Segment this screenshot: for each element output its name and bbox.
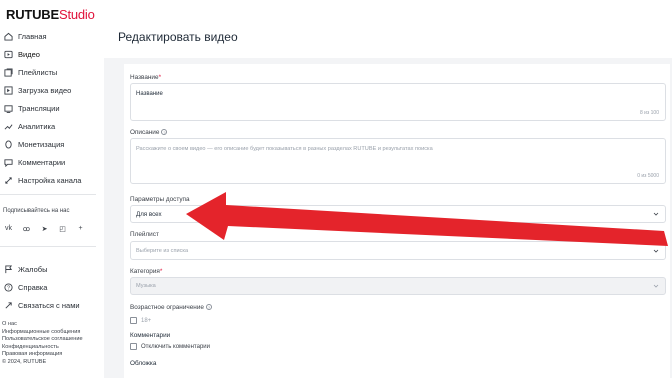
title-value: Название: [136, 91, 163, 97]
monetization-icon: [3, 139, 13, 149]
sidebar-item-label: Аналитика: [18, 121, 56, 131]
info-icon[interactable]: ?: [205, 304, 212, 311]
video-icon: [3, 49, 13, 59]
age-label-text: Возрастное ограничение: [130, 304, 204, 311]
playlist-label: Плейлист: [130, 231, 159, 238]
contact-icon: [3, 300, 13, 310]
info-icon[interactable]: ?: [161, 129, 168, 136]
sidebar-item-label: Справка: [18, 282, 48, 292]
chevron-down-icon: [653, 284, 659, 288]
title-counter: 8 из 100: [640, 110, 659, 116]
category-label: Категория*: [130, 268, 162, 275]
sidebar-item-label: Трансляции: [18, 103, 60, 113]
description-placeholder: Расскажите о своем видео — его описание …: [136, 146, 433, 152]
page-title: Редактировать видео: [118, 30, 238, 44]
access-select[interactable]: Для всех: [130, 205, 666, 223]
plus-icon[interactable]: +: [76, 224, 85, 233]
sidebar-divider: [0, 194, 96, 195]
sidebar: RUTUBEStudio Главная Видео Плейлисты Заг…: [0, 0, 104, 378]
disable-comments-checkbox[interactable]: [130, 343, 137, 350]
subscribe-label: Подписывайтесь на нас: [3, 208, 70, 214]
access-value: Для всех: [136, 211, 162, 218]
sidebar-item-playlists[interactable]: Плейлисты: [0, 63, 104, 81]
playlist-select[interactable]: Выберите из списка: [130, 241, 666, 260]
required-mark: *: [159, 268, 163, 275]
sidebar-item-upload[interactable]: Загрузка видео: [0, 81, 104, 99]
sidebar-divider: [0, 246, 96, 247]
description-textarea[interactable]: Расскажите о своем видео — его описание …: [130, 138, 666, 184]
sidebar-item-broadcasts[interactable]: Трансляции: [0, 99, 104, 117]
disable-comments-label: Отключить комментарии: [141, 344, 210, 350]
sidebar-item-home[interactable]: Главная: [0, 27, 104, 45]
required-mark: *: [158, 74, 162, 81]
sidebar-bottom-nav: Жалобы ? Справка Связаться с нами: [0, 260, 104, 314]
link-about[interactable]: О нас: [2, 321, 83, 329]
category-label-text: Категория: [130, 268, 160, 275]
logo-suffix: Studio: [58, 7, 95, 22]
telegram-icon[interactable]: ➤: [40, 224, 49, 233]
title-label-text: Название: [130, 74, 159, 81]
sidebar-item-monetization[interactable]: Монетизация: [0, 135, 104, 153]
age-checkbox[interactable]: [130, 317, 137, 324]
age-label: Возрастное ограничение?: [130, 304, 212, 311]
sidebar-item-label: Загрузка видео: [18, 85, 72, 95]
title-label: Название*: [130, 74, 161, 81]
sidebar-nav: Главная Видео Плейлисты Загрузка видео Т…: [0, 27, 104, 189]
rutube-studio-logo[interactable]: RUTUBEStudio: [6, 7, 95, 22]
copyright: © 2024, RUTUBE: [2, 358, 47, 365]
analytics-icon: [3, 121, 13, 131]
link-info-messages[interactable]: Информационные сообщения: [2, 329, 83, 337]
ok-icon[interactable]: ꝏ: [22, 224, 31, 233]
viber-icon[interactable]: ◰: [58, 224, 67, 233]
description-counter: 0 из 5000: [637, 173, 659, 179]
category-select[interactable]: Музыка: [130, 277, 666, 295]
sidebar-item-label: Видео: [18, 49, 40, 59]
sidebar-item-comments[interactable]: Комментарии: [0, 153, 104, 171]
sidebar-item-label: Плейлисты: [18, 67, 58, 77]
description-label: Описание?: [130, 129, 168, 136]
comments-label: Комментарии: [130, 332, 171, 339]
sidebar-item-analytics[interactable]: Аналитика: [0, 117, 104, 135]
category-value: Музыка: [136, 283, 156, 289]
main-content: Редактировать видео Название* Название 8…: [104, 0, 672, 378]
sidebar-item-video[interactable]: Видео: [0, 45, 104, 63]
sidebar-item-label: Настройка канала: [18, 175, 82, 185]
sidebar-item-label: Комментарии: [18, 157, 66, 167]
svg-text:?: ?: [7, 285, 10, 291]
footer-links: О нас Информационные сообщения Пользоват…: [2, 321, 83, 367]
title-input[interactable]: Название 8 из 100: [130, 83, 666, 121]
sidebar-item-label: Монетизация: [18, 139, 65, 149]
social-links: vk ꝏ ➤ ◰ +: [4, 224, 85, 233]
broadcast-icon: [3, 103, 13, 113]
chevron-down-icon: [653, 249, 659, 253]
description-label-text: Описание: [130, 129, 160, 136]
access-label: Параметры доступа: [130, 196, 190, 203]
sidebar-item-label: Связаться с нами: [18, 300, 80, 310]
help-icon: ?: [3, 282, 13, 292]
sidebar-item-channel-settings[interactable]: Настройка канала: [0, 171, 104, 189]
sidebar-item-contact[interactable]: Связаться с нами: [0, 296, 104, 314]
settings-icon: [3, 175, 13, 185]
playlist-icon: [3, 67, 13, 77]
age-checkbox-label: 18+: [141, 318, 152, 324]
link-privacy[interactable]: Конфиденциальность: [2, 344, 83, 352]
sidebar-item-complaints[interactable]: Жалобы: [0, 260, 104, 278]
flag-icon: [3, 264, 13, 274]
upload-icon: [3, 85, 13, 95]
cover-label: Обложка: [130, 360, 157, 367]
sidebar-item-help[interactable]: ? Справка: [0, 278, 104, 296]
home-icon: [3, 31, 13, 41]
link-user-agreement[interactable]: Пользовательское соглашение: [2, 336, 83, 344]
edit-video-form: Название* Название 8 из 100 Описание? Ра…: [124, 64, 670, 378]
comments-icon: [3, 157, 13, 167]
chevron-down-icon: [653, 212, 659, 216]
vk-icon[interactable]: vk: [4, 224, 13, 233]
sidebar-item-label: Главная: [18, 31, 47, 41]
sidebar-item-label: Жалобы: [18, 264, 48, 274]
logo-main: RUTUBE: [6, 7, 59, 22]
link-legal[interactable]: Правовая информация: [2, 351, 83, 359]
playlist-placeholder: Выберите из списка: [136, 248, 189, 254]
